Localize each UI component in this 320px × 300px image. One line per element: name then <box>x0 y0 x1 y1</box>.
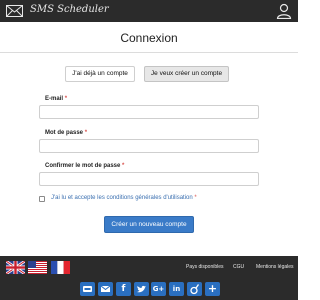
required-mark: * <box>194 195 197 201</box>
terms-checkbox[interactable] <box>39 196 45 202</box>
password-label-text: Mot de passe <box>45 130 84 136</box>
footer: Pays disponibles CGU Mentions légales f … <box>0 256 298 300</box>
link-legal-notices[interactable]: Mentions légales <box>256 264 294 270</box>
tab-create-account[interactable]: Je veux créer un compte <box>144 66 229 82</box>
required-mark: * <box>122 163 125 169</box>
email-label-text: E-mail <box>45 96 64 102</box>
flag-fr-icon[interactable] <box>51 261 70 274</box>
terms-label[interactable]: J'ai lu et accepte les conditions généra… <box>51 195 197 201</box>
confirm-password-label-text: Confirmer le mot de passe <box>45 163 121 169</box>
confirm-password-label: Confirmer le mot de passe * <box>45 163 124 169</box>
confirm-password-field[interactable] <box>39 172 259 186</box>
tab-existing-account[interactable]: J'ai déjà un compte <box>65 66 135 82</box>
app-title[interactable]: SMS Scheduler <box>30 4 109 15</box>
password-field[interactable] <box>39 139 259 153</box>
link-available-countries[interactable]: Pays disponibles <box>186 264 224 270</box>
title-divider <box>0 52 298 53</box>
email-icon[interactable] <box>98 282 113 296</box>
terms-row: J'ai lu et accepte les conditions généra… <box>39 194 269 204</box>
flag-uk-icon[interactable] <box>6 261 25 274</box>
terms-label-text[interactable]: J'ai lu et accepte les conditions généra… <box>51 195 193 201</box>
linkedin-icon[interactable]: in <box>169 282 184 296</box>
email-label: E-mail * <box>45 96 67 102</box>
envelope-logo-icon[interactable] <box>6 5 23 17</box>
viadeo-icon[interactable] <box>187 282 202 296</box>
link-cgu[interactable]: CGU <box>233 264 244 270</box>
twitter-icon[interactable] <box>134 282 149 296</box>
top-navbar: SMS Scheduler <box>0 0 298 22</box>
flag-us-icon[interactable] <box>28 261 47 274</box>
user-account-icon[interactable] <box>276 3 292 19</box>
create-account-button[interactable]: Créer un nouveau compte <box>104 216 194 233</box>
more-share-icon[interactable]: + <box>205 282 220 296</box>
required-mark: * <box>84 130 88 136</box>
password-label: Mot de passe * <box>45 130 87 136</box>
google-plus-icon[interactable]: G+ <box>151 282 166 296</box>
email-field[interactable] <box>39 105 259 119</box>
facebook-icon[interactable]: f <box>116 282 131 296</box>
share-icon[interactable] <box>80 282 95 296</box>
page-title: Connexion <box>120 31 178 45</box>
required-mark: * <box>64 96 68 102</box>
